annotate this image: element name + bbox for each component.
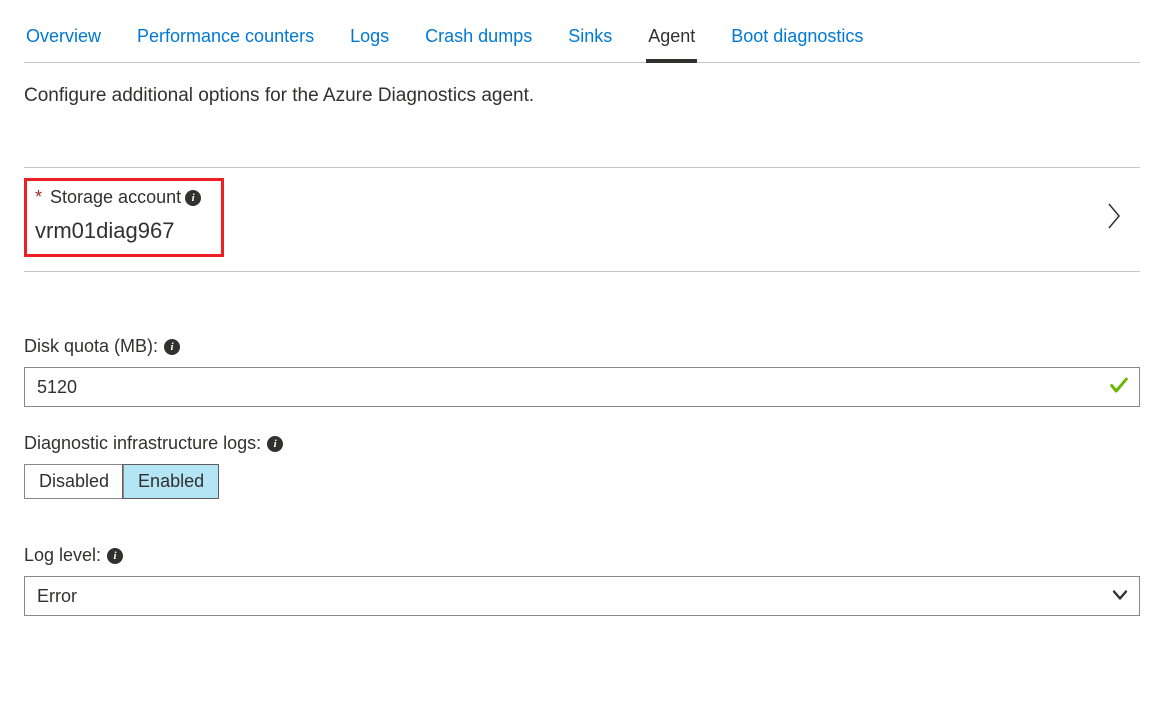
tab-sinks[interactable]: Sinks xyxy=(566,20,614,63)
info-icon[interactable]: i xyxy=(267,436,283,452)
disk-quota-label: Disk quota (MB): xyxy=(24,336,158,357)
tab-performance-counters[interactable]: Performance counters xyxy=(135,20,316,63)
storage-account-value: vrm01diag967 xyxy=(35,218,201,244)
tab-overview[interactable]: Overview xyxy=(24,20,103,63)
tabs: Overview Performance counters Logs Crash… xyxy=(24,20,1140,63)
tab-boot-diagnostics[interactable]: Boot diagnostics xyxy=(729,20,865,63)
tab-crash-dumps[interactable]: Crash dumps xyxy=(423,20,534,63)
chevron-right-icon xyxy=(1104,200,1124,235)
log-level-select[interactable]: Error xyxy=(24,576,1140,616)
log-level-label: Log level: xyxy=(24,545,101,566)
valid-check-icon xyxy=(1108,375,1130,400)
diag-logs-toggle: Disabled Enabled xyxy=(24,464,219,499)
disk-quota-input[interactable] xyxy=(24,367,1140,407)
storage-account-selector[interactable]: * Storage account i vrm01diag967 xyxy=(24,168,1140,272)
diag-logs-label: Diagnostic infrastructure logs: xyxy=(24,433,261,454)
tab-logs[interactable]: Logs xyxy=(348,20,391,63)
storage-account-label: Storage account xyxy=(50,187,181,208)
highlight-box: * Storage account i vrm01diag967 xyxy=(24,178,224,257)
tab-agent[interactable]: Agent xyxy=(646,20,697,63)
diag-logs-enabled-button[interactable]: Enabled xyxy=(123,465,218,498)
info-icon[interactable]: i xyxy=(185,190,201,206)
agent-description: Configure additional options for the Azu… xyxy=(24,85,1140,107)
required-indicator: * xyxy=(35,187,42,208)
diag-logs-disabled-button[interactable]: Disabled xyxy=(25,465,123,498)
info-icon[interactable]: i xyxy=(164,339,180,355)
info-icon[interactable]: i xyxy=(107,548,123,564)
